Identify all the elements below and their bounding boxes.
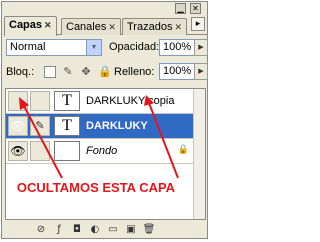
new-group-icon[interactable]: ▭ — [106, 223, 120, 237]
link-layers-icon[interactable]: ⊘ — [34, 223, 48, 237]
arrow-line-left — [23, 105, 63, 179]
adjustment-layer-icon[interactable]: ◐ — [88, 223, 102, 237]
layer-toolbar: ⊘ ƒ ◘ ◐ ▭ ▣ 🗑 — [4, 223, 207, 238]
arrow-line-right — [148, 102, 179, 179]
layers-panel: ▁ ✕ Capas ✕ Canales ✕ Trazados ✕ ▸ Normal ▼… — [1, 1, 208, 239]
delete-layer-icon[interactable]: 🗑 — [142, 223, 156, 237]
new-layer-icon[interactable]: ▣ — [124, 223, 138, 237]
layer-style-icon[interactable]: ƒ — [52, 223, 66, 237]
arrowhead-right — [144, 95, 154, 106]
annotation-arrows — [19, 95, 179, 179]
layer-mask-icon[interactable]: ◘ — [70, 223, 84, 237]
